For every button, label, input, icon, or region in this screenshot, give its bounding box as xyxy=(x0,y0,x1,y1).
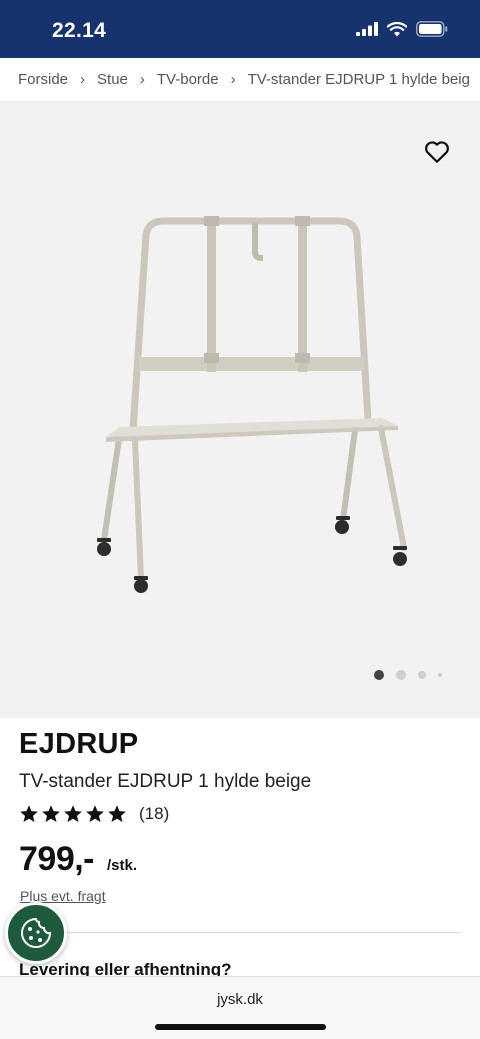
star-icon xyxy=(20,805,38,822)
browser-bottom-bar: jysk.dk xyxy=(0,976,480,1039)
star-icon xyxy=(42,805,60,822)
breadcrumb-separator: › xyxy=(230,71,236,88)
signal-icon xyxy=(356,22,378,36)
page-dot[interactable] xyxy=(396,670,406,680)
star-icon xyxy=(86,805,104,822)
url-address[interactable]: jysk.dk xyxy=(0,991,480,1008)
breadcrumb-separator: › xyxy=(139,71,145,88)
breadcrumb: Forside › Stue › TV-borde › TV-stander E… xyxy=(0,58,480,102)
star-icon xyxy=(64,805,82,822)
home-indicator[interactable] xyxy=(155,1024,326,1030)
wifi-icon xyxy=(387,21,407,36)
breadcrumb-separator: › xyxy=(80,71,86,88)
breadcrumb-home[interactable]: Forside xyxy=(18,71,68,88)
star-icon xyxy=(108,805,126,822)
rating-stars xyxy=(19,804,127,824)
image-page-indicator xyxy=(374,670,442,680)
divider xyxy=(20,932,461,933)
price-unit: /stk. xyxy=(107,857,138,874)
breadcrumb-tv-borde[interactable]: TV-borde xyxy=(157,71,219,88)
product-price: 799,- xyxy=(19,840,95,878)
product-brand: EJDRUP xyxy=(19,728,139,760)
status-bar: 22.14 xyxy=(0,0,480,58)
status-time: 22.14 xyxy=(52,19,107,42)
page-dot[interactable] xyxy=(438,673,442,677)
product-title: TV-stander EJDRUP 1 hylde beige xyxy=(19,771,312,792)
heart-icon[interactable] xyxy=(424,140,450,164)
cookie-icon xyxy=(21,917,52,948)
page-dot[interactable] xyxy=(418,671,426,679)
page-dot-active[interactable] xyxy=(374,670,384,680)
product-rating[interactable]: (18) xyxy=(19,804,169,824)
breadcrumb-stue[interactable]: Stue xyxy=(97,71,128,88)
cookie-settings-button[interactable] xyxy=(5,902,67,964)
review-count[interactable]: (18) xyxy=(139,804,169,824)
product-image-gallery[interactable] xyxy=(0,102,480,718)
status-icons xyxy=(356,21,448,37)
tv-stand-product-image xyxy=(97,216,407,593)
breadcrumb-current: TV-stander EJDRUP 1 hylde beig xyxy=(247,71,470,88)
battery-icon xyxy=(416,21,448,37)
